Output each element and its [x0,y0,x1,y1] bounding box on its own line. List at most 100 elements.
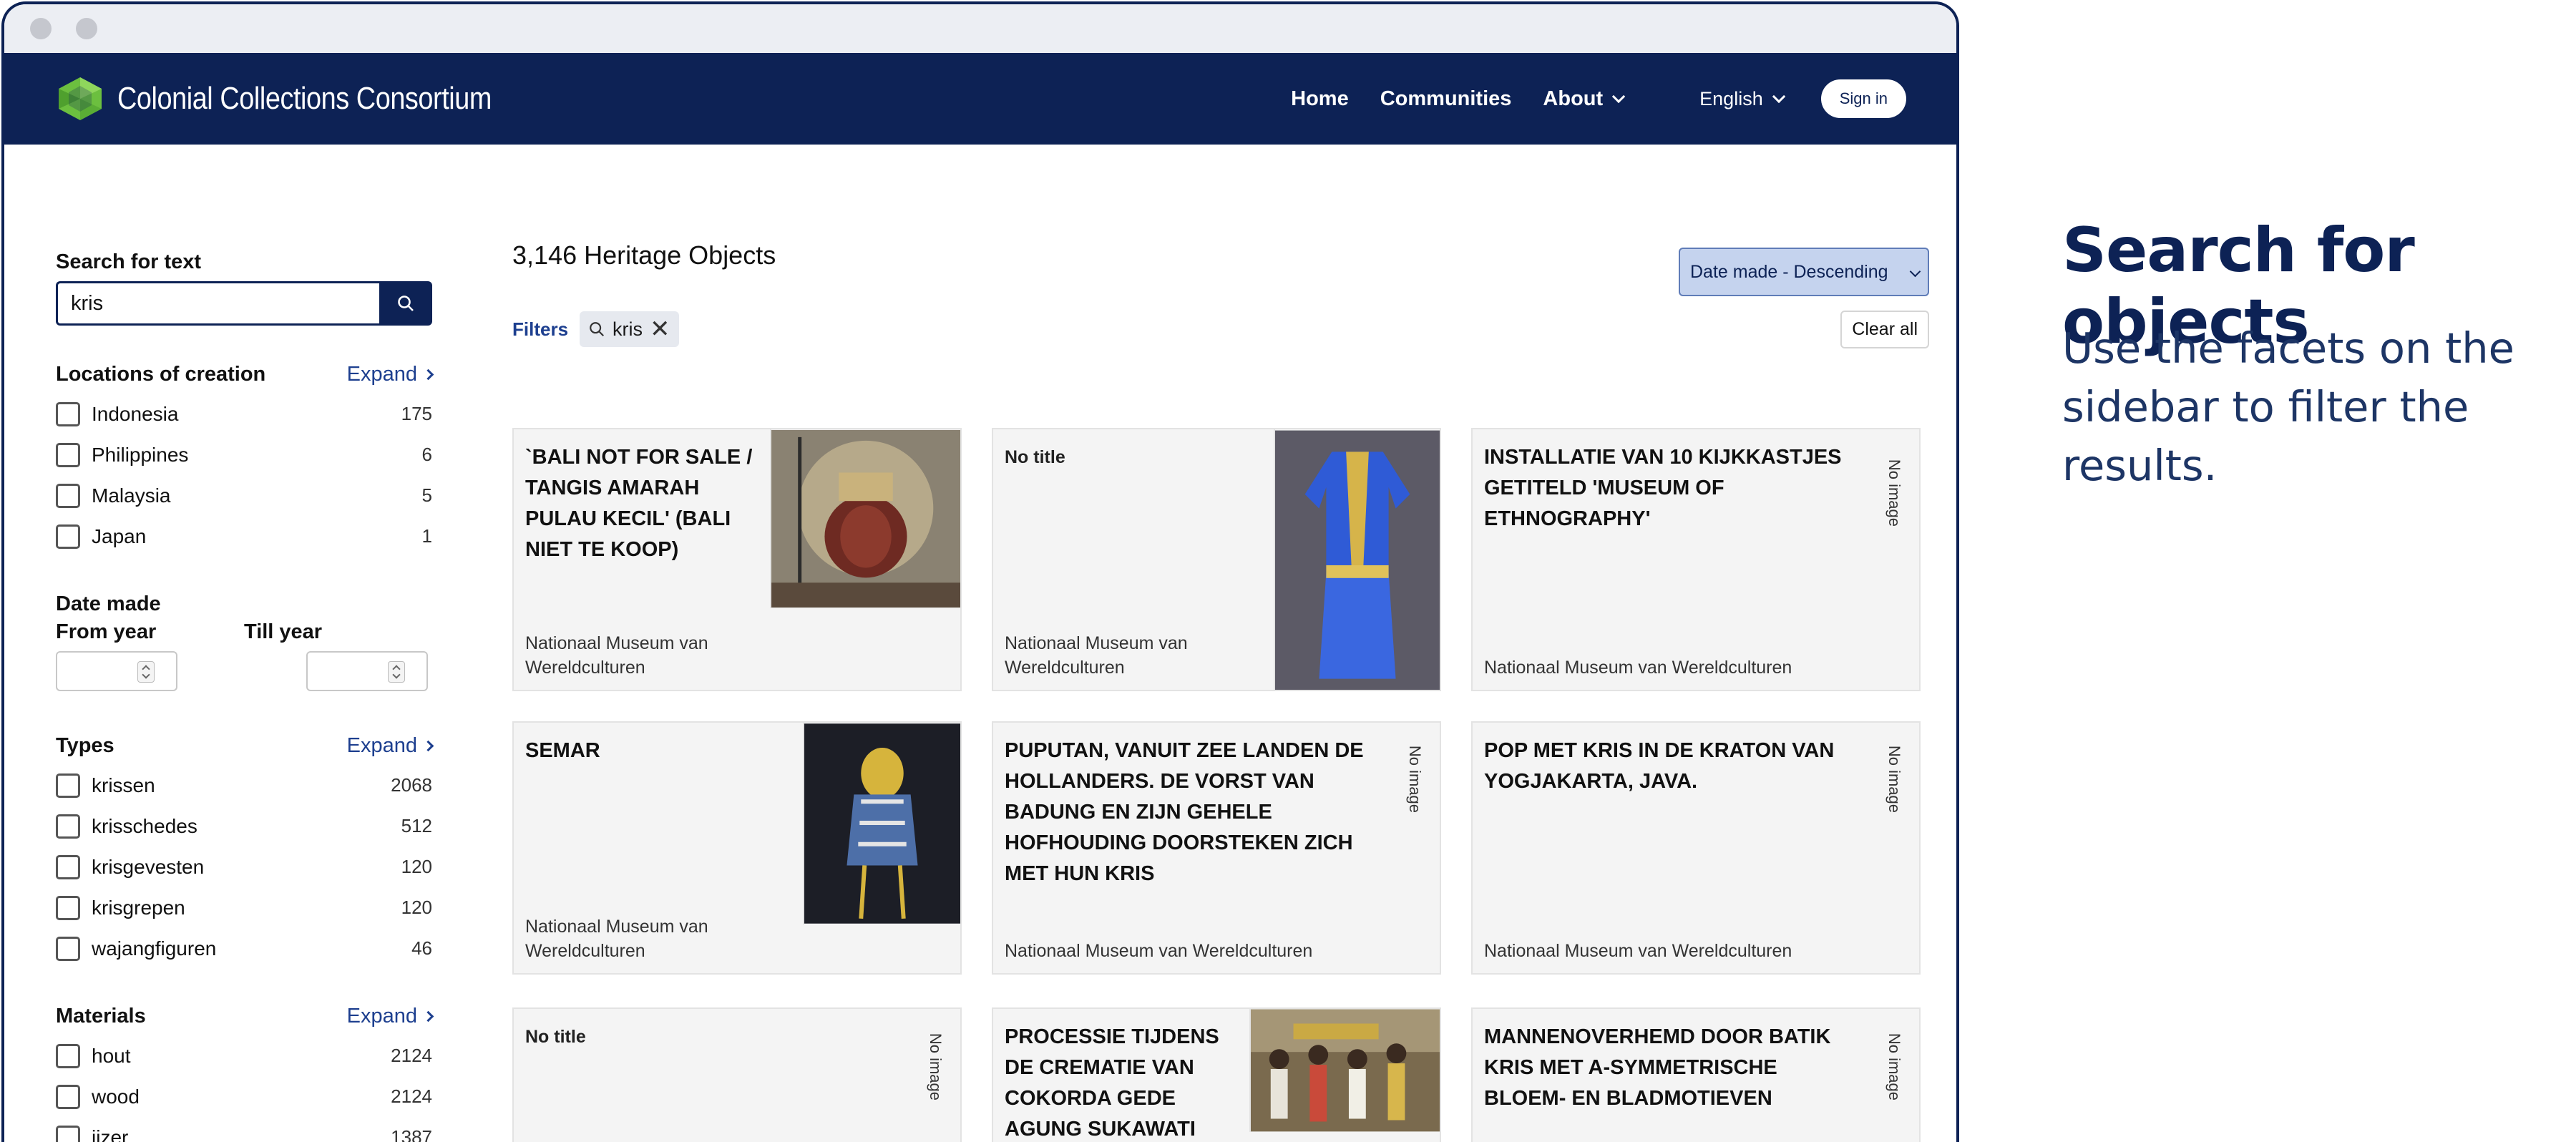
promo-body: Use the facets on the sidebar to filter … [2062,323,2514,490]
facet-option[interactable]: krisgevesten 120 [56,846,432,887]
card-title: MANNENOVERHEMD DOOR BATIK KRIS MET A-SYM… [1484,1025,1831,1110]
card-title: PUPUTAN, VANUIT ZEE LANDEN DE HOLLANDERS… [1005,739,1364,885]
till-year-label: Till year [244,620,323,643]
result-card[interactable]: MANNENOVERHEMD DOOR BATIK KRIS MET A-SYM… [1471,1007,1921,1142]
checkbox[interactable] [56,936,80,961]
card-title: `BALI NOT FOR SALE / TANGIS AMARAH PULAU… [525,446,753,561]
facet-option[interactable]: Japan 1 [56,516,432,557]
facet-locations: Locations of creation Expand Indonesia 17… [56,363,434,557]
no-image-label: No image [1885,459,1903,527]
puppet-thumbnail [803,723,960,924]
site-logo[interactable]: Colonial Collections Consortium [54,76,552,122]
checkbox[interactable] [56,442,80,467]
chevron-down-icon [1772,89,1785,103]
stepper-icon[interactable] [388,661,405,683]
window-close-dot[interactable] [30,18,52,39]
search-form [56,281,432,326]
facet-option[interactable]: ijzer 1387 [56,1117,432,1142]
procession-thumbnail [1249,1009,1440,1132]
facet-option[interactable]: Malaysia 5 [56,475,432,516]
facet-option[interactable]: krisgrepen 120 [56,887,432,928]
facet-option[interactable]: wood 2124 [56,1076,432,1117]
expand-label: Expand [346,363,417,386]
facet-date-made: Date made From year Till year [56,592,432,691]
from-year-input[interactable] [56,651,177,691]
chevron-down-icon [1909,265,1921,278]
option-count: 46 [411,937,432,959]
result-card[interactable]: PUPUTAN, VANUIT ZEE LANDEN DE HOLLANDERS… [992,721,1441,975]
filter-chip[interactable]: kris ✕ [580,311,679,347]
expand-locations-button[interactable]: Expand [346,363,434,386]
card-title: No title [525,1027,586,1047]
garment-thumbnail [1274,429,1440,690]
checkbox[interactable] [56,773,80,798]
checkbox[interactable] [56,1084,80,1109]
chip-label: kris [613,318,643,340]
result-card[interactable]: INSTALLATIE VAN 10 KIJKKASTJES GETITELD … [1471,428,1921,691]
search-input[interactable] [56,281,379,326]
sort-select[interactable]: Date made - Descending [1679,248,1929,296]
option-label: wood [92,1085,140,1108]
facet-option[interactable]: wajangfiguren 46 [56,928,432,969]
checkbox[interactable] [56,895,80,920]
search-button[interactable] [379,281,432,326]
checkbox[interactable] [56,854,80,879]
checkbox[interactable] [56,1043,80,1068]
checkbox[interactable] [56,483,80,508]
option-count: 5 [421,484,432,506]
facet-option[interactable]: Philippines 6 [56,434,432,475]
result-card[interactable]: No title Nationaal Museum van Wereldcult… [992,428,1441,691]
card-title: No title [1005,447,1065,467]
option-label: krisgrepen [92,896,185,919]
till-year-input[interactable] [306,651,428,691]
hexagon-logo-icon [59,77,102,120]
facet-option[interactable]: krisschedes 512 [56,806,432,846]
card-title: POP MET KRIS IN DE KRATON VAN YOGJAKARTA… [1484,739,1835,793]
option-label: hout [92,1044,131,1067]
option-label: wajangfiguren [92,937,217,960]
checkbox[interactable] [56,401,80,426]
result-card[interactable]: `BALI NOT FOR SALE / TANGIS AMARAH PULAU… [512,428,962,691]
expand-types-button[interactable]: Expand [347,734,434,758]
facet-title: Locations of creation [56,363,266,386]
checkbox[interactable] [56,1125,80,1142]
result-card[interactable]: POP MET KRIS IN DE KRATON VAN YOGJAKARTA… [1471,721,1921,975]
checkbox[interactable] [56,524,80,549]
expand-materials-button[interactable]: Expand [347,1005,434,1028]
search-icon [590,322,605,337]
checkbox[interactable] [56,814,80,839]
facet-materials: Materials Expand hout 2124 wood 2124 ijzer… [56,1005,434,1142]
card-owner: Nationaal Museum van Wereldculturen [1484,941,1792,961]
option-count: 512 [401,815,432,836]
option-label: krisgevesten [92,855,205,878]
card-owner: Nationaal Museum van Wereldculturen [525,917,708,961]
nav-home[interactable]: Home [1291,87,1349,111]
language-selector[interactable]: English [1699,88,1785,110]
nav-communities[interactable]: Communities [1380,87,1512,111]
active-filters: Filters kris ✕ Clear all [512,310,1929,348]
result-card[interactable]: SEMAR Nationaal Museum van Wereldculture… [512,721,962,975]
result-card[interactable]: PROCESSIE TIJDENS DE CREMATIE VAN COKORD… [992,1007,1441,1142]
clear-all-button[interactable]: Clear all [1840,310,1929,348]
option-count: 175 [401,403,432,424]
facet-option[interactable]: krissen 2068 [56,765,432,806]
close-icon[interactable]: ✕ [650,317,670,341]
option-count: 2124 [391,1045,432,1066]
no-image-label: No image [927,1033,945,1100]
search-icon [398,296,414,311]
nav-about[interactable]: About [1543,87,1626,111]
card-title: INSTALLATIE VAN 10 KIJKKASTJES GETITELD … [1484,446,1842,530]
facet-title: Types [56,734,114,757]
nav-about-label: About [1543,87,1604,110]
stepper-icon[interactable] [137,661,155,683]
window-minimize-dot[interactable] [76,18,97,39]
main-nav: Home Communities About English Sign in [1259,79,1906,118]
facet-option[interactable]: Indonesia 175 [56,394,432,434]
result-card[interactable]: No title No image [512,1007,962,1142]
sign-in-button[interactable]: Sign in [1820,79,1906,118]
top-navbar: Colonial Collections Consortium Home Com… [4,53,1956,145]
chevron-right-icon [422,1010,434,1023]
facet-option[interactable]: hout 2124 [56,1035,432,1076]
no-image-label: No image [1885,1033,1903,1100]
results-area: 3,146 Heritage Objects Date made - Desce… [512,240,1929,1142]
